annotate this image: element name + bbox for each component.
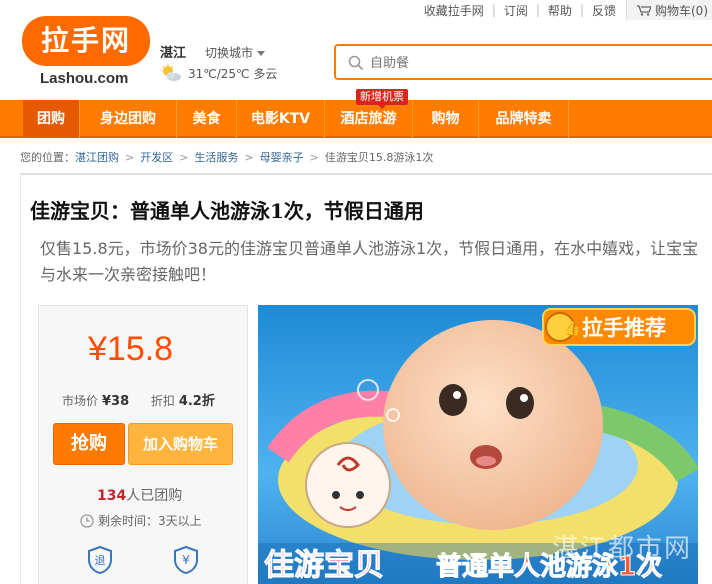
nav-item-shopping[interactable]: 购物 xyxy=(413,100,479,138)
svg-text:¥: ¥ xyxy=(182,553,190,567)
recommend-badge-text: 拉手推荐 xyxy=(582,316,666,340)
nav-item-brand-sale[interactable]: 品牌特卖 xyxy=(479,100,569,138)
svg-text:退: 退 xyxy=(95,554,106,567)
weather-text: 31℃/25℃ 多云 xyxy=(188,66,278,81)
nav-item-nearby[interactable]: 身边团购 xyxy=(80,100,177,138)
remain-label: 剩余时间： xyxy=(98,514,159,528)
svg-text:👍: 👍 xyxy=(563,320,580,337)
weather: 31℃/25℃ 多云 xyxy=(160,64,277,82)
buy-now-button[interactable]: 抢购 xyxy=(53,423,125,465)
site-logo[interactable]: 拉手网 Lashou.com xyxy=(22,16,152,88)
switch-city-label: 切换城市 xyxy=(205,46,254,60)
nav-item-hotel-travel[interactable]: 酒店旅游 xyxy=(325,100,413,138)
chevron-right-icon: > xyxy=(309,150,319,164)
breadcrumb-link[interactable]: 湛江团购 xyxy=(75,149,119,165)
recommend-badge: 👍 拉手推荐 xyxy=(542,308,696,346)
refund-shield-icon: ¥ xyxy=(174,545,198,575)
deal-description: 仅售15.8元，市场价38元的佳游宝贝普通单人池游泳1次，节假日通用，在水中嬉戏… xyxy=(40,239,699,284)
discount-label: 折扣 xyxy=(150,394,175,408)
breadcrumb-link[interactable]: 生活服务 xyxy=(194,149,238,165)
feedback-link[interactable]: 反馈 xyxy=(592,2,616,19)
cart-label: 购物车(0) xyxy=(655,3,708,18)
guarantee-shield-icon: 退 xyxy=(88,545,112,575)
current-city: 湛江 xyxy=(160,46,187,61)
chevron-down-icon xyxy=(257,51,266,56)
sold-suffix: 人已团购 xyxy=(126,488,183,504)
chevron-right-icon: > xyxy=(125,150,135,164)
market-price: ¥38 xyxy=(102,394,130,409)
market-info: 市场价 ¥38 折扣 4.2折 xyxy=(62,390,215,409)
cart-icon xyxy=(637,4,651,16)
chevron-right-icon: > xyxy=(244,150,254,164)
breadcrumb-current: 佳游宝贝15.8游泳1次 xyxy=(324,151,434,164)
help-link[interactable]: 帮助 xyxy=(548,2,572,19)
discount-value: 4.2折 xyxy=(178,394,215,409)
logo-sub: Lashou.com xyxy=(40,70,129,87)
breadcrumb: 您的位置： 湛江团购 > 开发区 > 生活服务 > 母婴亲子 > 佳游宝贝15.… xyxy=(20,149,433,165)
market-price-label: 市场价 xyxy=(62,394,99,408)
main-nav: 团购 身边团购 美食 电影KTV 酒店旅游 购物 品牌特卖 xyxy=(0,100,712,138)
clock-icon xyxy=(80,513,94,528)
deal-price: ¥15.8 xyxy=(88,330,174,368)
breadcrumb-link[interactable]: 母婴亲子 xyxy=(260,149,304,165)
sold-count: 134人已团购 xyxy=(97,485,182,505)
search-input[interactable] xyxy=(370,52,690,74)
cloudy-sun-icon xyxy=(161,64,181,81)
favorite-link[interactable]: 收藏拉手网 xyxy=(424,2,484,19)
deal-title: 佳游宝贝：普通单人池游泳1次，节假日通用 xyxy=(30,199,424,223)
chevron-right-icon: > xyxy=(179,150,189,164)
watermark-text: 湛江都市网 xyxy=(552,534,693,564)
new-feature-badge: 新增机票 xyxy=(356,89,408,109)
nav-item-tuangou[interactable]: 团购 xyxy=(23,100,80,138)
nav-item-food[interactable]: 美食 xyxy=(177,100,237,138)
remaining-time: 剩余时间： 3天以上 xyxy=(80,512,202,529)
remain-value: 3天以上 xyxy=(158,514,202,528)
search-icon xyxy=(348,55,364,71)
nav-item-movie-ktv[interactable]: 电影KTV xyxy=(237,100,325,138)
breadcrumb-link[interactable]: 开发区 xyxy=(140,149,173,165)
logo-main: 拉手网 xyxy=(22,16,150,66)
image-caption-brand: 佳游宝贝 xyxy=(264,548,384,583)
add-to-cart-button[interactable]: 加入购物车 xyxy=(128,423,233,465)
switch-city-button[interactable]: 切换城市 xyxy=(205,44,266,61)
top-links: 收藏拉手网 | 订阅 | 帮助 | 反馈 购物车(0) xyxy=(424,0,712,20)
search-box[interactable] xyxy=(334,44,712,80)
subscribe-link[interactable]: 订阅 xyxy=(504,2,528,19)
sold-number: 134 xyxy=(97,488,127,504)
cart-button[interactable]: 购物车(0) xyxy=(626,0,712,20)
breadcrumb-prefix: 您的位置： xyxy=(20,151,75,164)
